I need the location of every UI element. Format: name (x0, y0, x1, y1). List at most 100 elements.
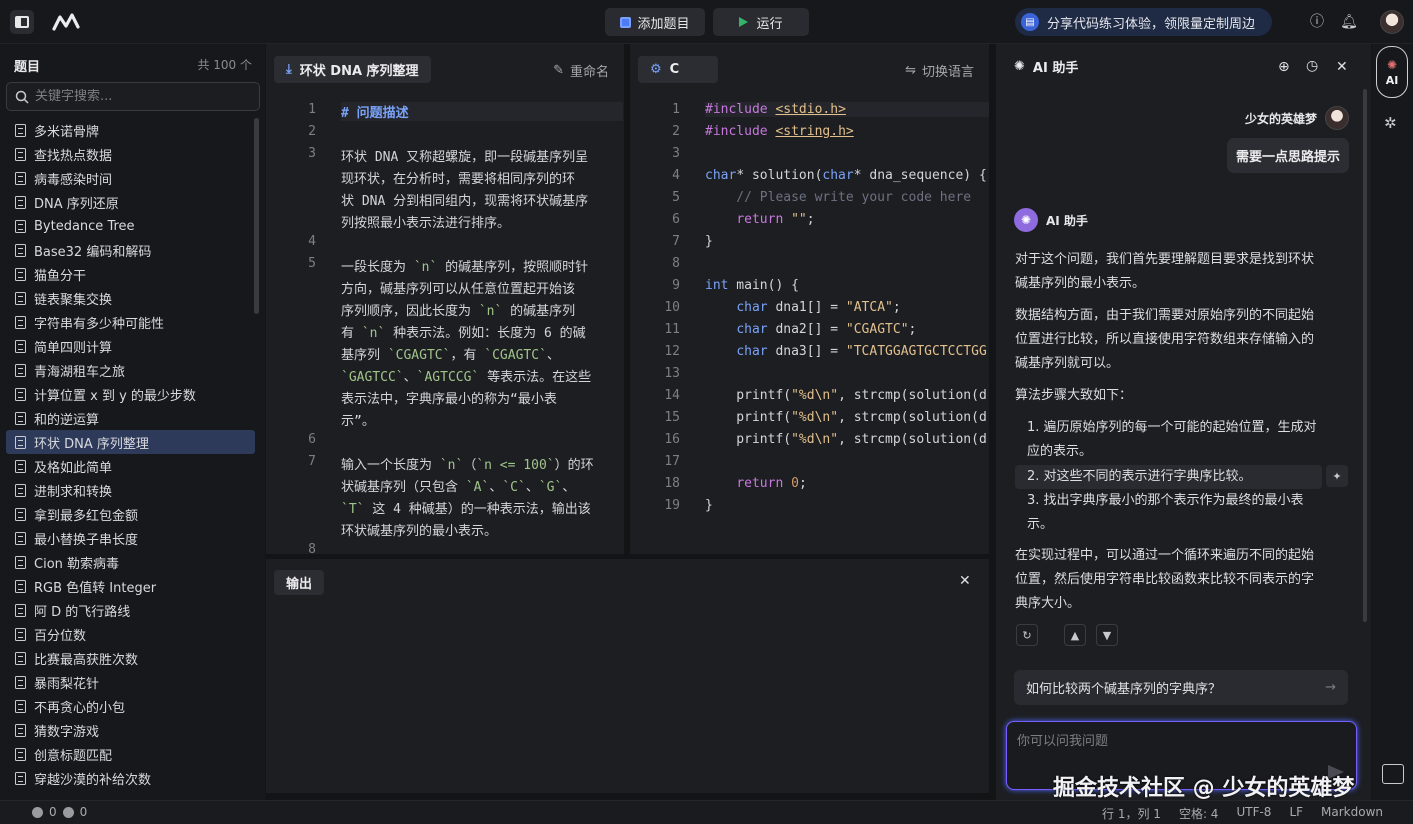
document-icon (15, 747, 26, 761)
user-avatar[interactable] (1380, 10, 1404, 34)
add-problem-button[interactable]: 添加题目 (605, 8, 705, 36)
status-right: 行 1，列 1 空格: 4 UTF-8 LF Markdown (1102, 805, 1383, 822)
bot-avatar-icon: ✺ (1014, 208, 1038, 232)
user-avatar-small (1325, 106, 1349, 130)
bot-step: 3. 找出字典序最小的那个表示作为最终的最小表示。 (1027, 493, 1304, 532)
line-number: 5 (308, 256, 316, 271)
problem-list-item[interactable]: 青海湖租车之旅 (6, 358, 255, 382)
run-button[interactable]: 运行 (713, 8, 809, 36)
thumbs-up-icon[interactable]: ▲ (1064, 624, 1086, 646)
description-line: 输入一个长度为 `n`（`n <= 100`）的环 (341, 458, 594, 473)
problem-list-item[interactable]: 字符串有多少种可能性 (6, 310, 255, 334)
close-icon[interactable]: ✕ (959, 573, 971, 589)
problems-indicator[interactable]: 0 0 (32, 805, 87, 819)
problem-list-item[interactable]: Base32 编码和解码 (6, 238, 255, 262)
tab-description[interactable]: ⤓ 环状 DNA 序列整理 (274, 56, 431, 83)
problem-list-item[interactable]: 多米诺骨牌 (6, 118, 255, 142)
problem-list-item[interactable]: 简单四则计算 (6, 334, 255, 358)
rename-button[interactable]: ✎ 重命名 (553, 61, 609, 80)
problem-list-item[interactable]: 最小替换子串长度 (6, 526, 255, 550)
document-icon (15, 507, 26, 521)
problem-list-item[interactable]: 创意标题匹配 (6, 742, 255, 766)
problem-list-item[interactable]: 阿 D 的飞行路线 (6, 598, 255, 622)
regenerate-icon[interactable]: ↻ (1016, 624, 1038, 646)
problem-list-item[interactable]: 穿越沙漠的补给次数 (6, 766, 255, 790)
line-number: 9 (672, 278, 680, 293)
problem-list-item[interactable]: Cion 勒索病毒 (6, 550, 255, 574)
problem-list-item[interactable]: DNA 序列还原 (6, 190, 255, 214)
problem-list-item[interactable]: 链表聚集交换 (6, 286, 255, 310)
ai-panel-scrollbar[interactable] (1363, 89, 1367, 622)
document-icon (15, 603, 26, 617)
warning-icon (62, 806, 74, 818)
document-icon (15, 723, 26, 737)
promo-banner[interactable]: ▤ 分享代码练习体验，领限量定制周边 (1015, 8, 1272, 36)
status-bar: 0 0 行 1，列 1 空格: 4 UTF-8 LF Markdown (0, 800, 1413, 824)
bot-paragraph: 数据结构方面，由于我们需要对原始序列的不同起始位置进行比较，所以直接使用字符数组… (1015, 308, 1315, 371)
problem-list-scrollbar[interactable] (254, 118, 259, 314)
problem-list-item[interactable]: 比赛最高获胜次数 (6, 646, 255, 670)
language-tab[interactable]: ⚙ C (638, 56, 718, 83)
line-ending[interactable]: LF (1289, 805, 1303, 822)
problem-list-item[interactable]: 计算位置 x 到 y 的最少步数 (6, 382, 255, 406)
ai-rail-button[interactable]: ✺ AI (1376, 46, 1408, 98)
problem-title: 暴雨梨花针 (34, 676, 100, 692)
rename-label: 重命名 (569, 65, 609, 80)
chat-icon[interactable] (1382, 764, 1404, 784)
description-line: 示”。 (341, 414, 375, 429)
description-line: 环状 DNA 又称超螺旋，即一段碱基序列呈 (341, 150, 589, 165)
problem-title: 穿越沙漠的补给次数 (34, 772, 152, 788)
problem-title: 和的逆运算 (34, 412, 100, 428)
problem-list-item[interactable]: 猫鱼分干 (6, 262, 255, 286)
problem-title: RGB 色值转 Integer (34, 580, 157, 596)
description-line: 基序列 `CGAGTC`，有 `CGAGTC`、 (341, 348, 560, 363)
suggested-question[interactable]: 如何比较两个碱基序列的字典序？ → (1014, 670, 1348, 705)
problem-list-item[interactable]: RGB 色值转 Integer (6, 574, 255, 598)
document-icon (15, 555, 26, 569)
problem-list-item[interactable]: 不再贪心的小包 (6, 694, 255, 718)
problem-list-item[interactable]: 病毒感染时间 (6, 166, 255, 190)
history-icon[interactable]: ◷ (1306, 58, 1318, 74)
problem-list-item[interactable]: 拿到最多红包金额 (6, 502, 255, 526)
problem-list-item[interactable]: 猜数字游戏 (6, 718, 255, 742)
bell-icon[interactable]: 🔔︎ (1340, 13, 1358, 31)
problem-title: 猫鱼分干 (34, 268, 87, 284)
search-input[interactable] (35, 89, 235, 104)
sparkle-icon: ✺ (1386, 57, 1398, 72)
search-box[interactable] (6, 82, 260, 111)
problem-list-item[interactable]: 暴雨梨花针 (6, 670, 255, 694)
problem-title: 最小替换子串长度 (34, 532, 139, 548)
problem-list-item[interactable]: 和的逆运算 (6, 406, 255, 430)
problem-list-item[interactable]: 查找热点数据 (6, 142, 255, 166)
line-number: 17 (664, 454, 680, 469)
language-mode[interactable]: Markdown (1321, 805, 1383, 822)
problem-list-item[interactable]: 及格如此简单 (6, 454, 255, 478)
bot-paragraph: 算法步骤大致如下： (1015, 388, 1133, 403)
close-ai-icon[interactable]: ✕ (1336, 59, 1348, 75)
problem-list-item[interactable]: 进制求和转换 (6, 478, 255, 502)
line-number: 11 (664, 322, 680, 337)
new-chat-icon[interactable]: ⊕ (1278, 59, 1290, 75)
debug-icon[interactable]: ✲ (1384, 114, 1397, 132)
code-line: char* solution(char* dna_sequence) { (705, 168, 987, 183)
insight-icon[interactable]: ✦ (1326, 465, 1348, 487)
document-icon (15, 579, 26, 593)
right-rail: ✺ AI ✲ (1372, 44, 1413, 800)
toggle-sidebar-button[interactable] (10, 10, 34, 34)
output-tab[interactable]: 输出 (274, 570, 324, 595)
line-number: 4 (308, 234, 316, 249)
thumbs-down-icon[interactable]: ▼ (1096, 624, 1118, 646)
problem-list-item[interactable]: 环状 DNA 序列整理 (6, 430, 255, 454)
problem-list-item[interactable]: 百分位数 (6, 622, 255, 646)
document-icon (15, 339, 26, 353)
encoding[interactable]: UTF-8 (1236, 805, 1271, 822)
help-icon[interactable]: ⓘ (1308, 13, 1326, 31)
document-icon (15, 411, 26, 425)
switch-language-button[interactable]: ⇋ 切换语言 (905, 61, 974, 80)
document-icon (15, 291, 26, 305)
problem-list-item[interactable]: Bytedance Tree (6, 214, 255, 238)
bot-step: 1. 遍历原始序列的每一个可能的起始位置，生成对应的表示。 (1027, 420, 1317, 459)
indentation[interactable]: 空格: 4 (1179, 805, 1219, 822)
cursor-position[interactable]: 行 1，列 1 (1102, 805, 1161, 822)
ai-question-input[interactable] (1017, 730, 1317, 770)
